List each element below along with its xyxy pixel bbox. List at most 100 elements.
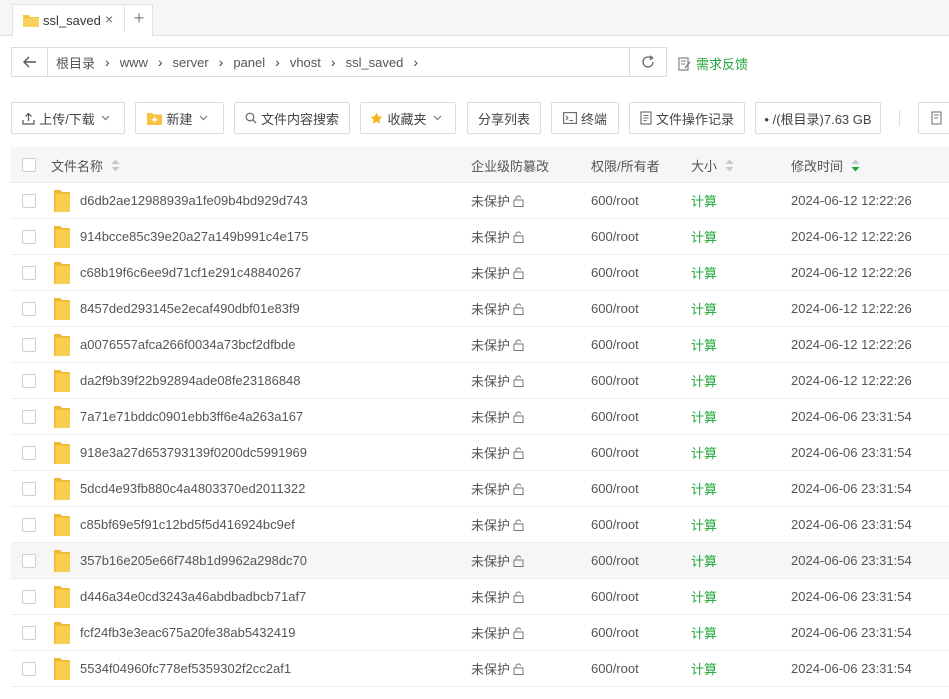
new-button[interactable]: 新建 <box>135 102 224 134</box>
file-name[interactable]: d446a34e0cd3243a46abdbadbcb71af7 <box>80 579 306 614</box>
row-checkbox[interactable] <box>22 579 36 614</box>
table-row[interactable]: d6db2ae12988939a1fe09b4bd929d743 未保护 600… <box>11 183 949 219</box>
table-row[interactable]: da2f9b39f22b92894ade08fe23186848 未保护 600… <box>11 363 949 399</box>
permission[interactable]: 600/root <box>591 615 639 650</box>
disk-usage-button[interactable]: • /(根目录)7.63 GB <box>755 102 881 134</box>
size-calc-link[interactable]: 计算 <box>691 399 717 434</box>
size-calc-link[interactable]: 计算 <box>691 363 717 398</box>
size-calc-link[interactable]: 计算 <box>691 183 717 218</box>
file-name[interactable]: fcf24fb3e3eac675a20fe38ab5432419 <box>80 615 295 650</box>
checkbox[interactable] <box>22 158 36 172</box>
protect-status[interactable]: 未保护 <box>471 219 524 254</box>
file-name[interactable]: 5534f04960fc778ef5359302f2cc2af1 <box>80 651 291 686</box>
file-name[interactable]: 8457ded293145e2ecaf490dbf01e83f9 <box>80 291 300 326</box>
checkbox[interactable] <box>22 229 36 244</box>
permission[interactable]: 600/root <box>591 543 639 578</box>
permission[interactable]: 600/root <box>591 291 639 326</box>
checkbox[interactable] <box>22 589 36 604</box>
protect-status[interactable]: 未保护 <box>471 579 524 614</box>
protect-status[interactable]: 未保护 <box>471 255 524 290</box>
row-checkbox[interactable] <box>22 363 36 398</box>
protect-status[interactable]: 未保护 <box>471 615 524 650</box>
size-calc-link[interactable]: 计算 <box>691 327 717 362</box>
protect-status[interactable]: 未保护 <box>471 291 524 326</box>
size-calc-link[interactable]: 计算 <box>691 651 717 686</box>
refresh-button[interactable] <box>629 48 666 76</box>
column-mtime[interactable]: 修改时间 <box>791 147 860 183</box>
protect-status[interactable]: 未保护 <box>471 327 524 362</box>
permission[interactable]: 600/root <box>591 399 639 434</box>
breadcrumb-server[interactable]: server <box>173 55 209 70</box>
file-name[interactable]: c85bf69e5f91c12bd5f5d416924bc9ef <box>80 507 295 542</box>
size-calc-link[interactable]: 计算 <box>691 471 717 506</box>
row-checkbox[interactable] <box>22 507 36 542</box>
table-row[interactable]: 8457ded293145e2ecaf490dbf01e83f9 未保护 600… <box>11 291 949 327</box>
file-oplog-button[interactable]: 文件操作记录 <box>629 102 745 134</box>
size-calc-link[interactable]: 计算 <box>691 435 717 470</box>
row-checkbox[interactable] <box>22 291 36 326</box>
size-calc-link[interactable]: 计算 <box>691 507 717 542</box>
protect-status[interactable]: 未保护 <box>471 471 524 506</box>
table-row[interactable]: 357b16e205e66f748b1d9962a298dc70 未保护 600… <box>11 543 949 579</box>
permission[interactable]: 600/root <box>591 471 639 506</box>
file-name[interactable]: c68b19f6c6ee9d71cf1e291c48840267 <box>80 255 301 290</box>
content-search-button[interactable]: 文件内容搜索 <box>234 102 350 134</box>
row-checkbox[interactable] <box>22 471 36 506</box>
terminal-button[interactable]: 终端 <box>551 102 619 134</box>
permission[interactable]: 600/root <box>591 435 639 470</box>
row-checkbox[interactable] <box>22 327 36 362</box>
protect-status[interactable]: 未保护 <box>471 543 524 578</box>
row-checkbox[interactable] <box>22 255 36 290</box>
permission[interactable]: 600/root <box>591 363 639 398</box>
permission[interactable]: 600/root <box>591 219 639 254</box>
select-all-checkbox[interactable] <box>22 147 36 183</box>
permission[interactable]: 600/root <box>591 651 639 686</box>
breadcrumb-ssl-saved[interactable]: ssl_saved <box>346 55 404 70</box>
file-name[interactable]: d6db2ae12988939a1fe09b4bd929d743 <box>80 183 308 218</box>
protect-status[interactable]: 未保护 <box>471 399 524 434</box>
permission[interactable]: 600/root <box>591 507 639 542</box>
table-row[interactable]: c85bf69e5f91c12bd5f5d416924bc9ef 未保护 600… <box>11 507 949 543</box>
checkbox[interactable] <box>22 193 36 208</box>
checkbox[interactable] <box>22 445 36 460</box>
size-calc-link[interactable]: 计算 <box>691 543 717 578</box>
checkbox[interactable] <box>22 373 36 388</box>
close-icon[interactable]: × <box>105 11 113 27</box>
checkbox[interactable] <box>22 265 36 280</box>
file-name[interactable]: 357b16e205e66f748b1d9962a298dc70 <box>80 543 307 578</box>
file-name[interactable]: 914bcce85c39e20a27a149b991c4e175 <box>80 219 308 254</box>
table-row[interactable]: a0076557afca266f0034a73bcf2dfbde 未保护 600… <box>11 327 949 363</box>
checkbox[interactable] <box>22 481 36 496</box>
row-checkbox[interactable] <box>22 399 36 434</box>
protect-status[interactable]: 未保护 <box>471 651 524 686</box>
checkbox[interactable] <box>22 625 36 640</box>
checkbox[interactable] <box>22 301 36 316</box>
feedback-link[interactable]: 需求反馈 <box>678 54 748 73</box>
breadcrumb-vhost[interactable]: vhost <box>290 55 321 70</box>
breadcrumb-panel[interactable]: panel <box>233 55 265 70</box>
column-name[interactable]: 文件名称 <box>51 147 120 183</box>
checkbox[interactable] <box>22 661 36 676</box>
size-calc-link[interactable]: 计算 <box>691 255 717 290</box>
column-size[interactable]: 大小 <box>691 147 734 183</box>
row-checkbox[interactable] <box>22 615 36 650</box>
table-row[interactable]: fcf24fb3e3eac675a20fe38ab5432419 未保护 600… <box>11 615 949 651</box>
permission[interactable]: 600/root <box>591 327 639 362</box>
file-name[interactable]: da2f9b39f22b92894ade08fe23186848 <box>80 363 301 398</box>
row-checkbox[interactable] <box>22 435 36 470</box>
permission[interactable]: 600/root <box>591 579 639 614</box>
row-checkbox[interactable] <box>22 543 36 578</box>
table-row[interactable]: c68b19f6c6ee9d71cf1e291c48840267 未保护 600… <box>11 255 949 291</box>
file-name[interactable]: 918e3a27d653793139f0200dc5991969 <box>80 435 307 470</box>
checkbox[interactable] <box>22 409 36 424</box>
protect-status[interactable]: 未保护 <box>471 183 524 218</box>
table-row[interactable]: 5534f04960fc778ef5359302f2cc2af1 未保护 600… <box>11 651 949 687</box>
table-row[interactable]: d446a34e0cd3243a46abdbadbcb71af7 未保护 600… <box>11 579 949 615</box>
breadcrumb-root[interactable]: 根目录 <box>56 53 95 72</box>
file-name[interactable]: 5dcd4e93fb880c4a4803370ed2011322 <box>80 471 305 506</box>
permission[interactable]: 600/root <box>591 255 639 290</box>
back-button[interactable] <box>12 48 48 76</box>
protect-status[interactable]: 未保护 <box>471 507 524 542</box>
size-calc-link[interactable]: 计算 <box>691 579 717 614</box>
add-tab-button[interactable]: + <box>124 4 153 32</box>
